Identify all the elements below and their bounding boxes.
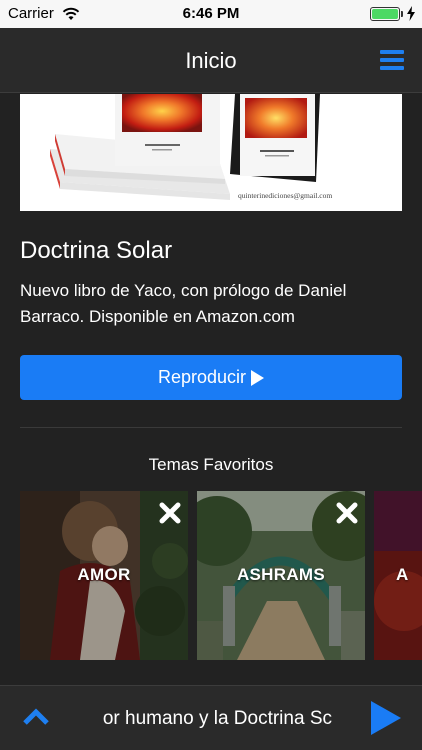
content-scroll[interactable]: quinterinediciones@gmail.com Doctrina So… — [0, 94, 422, 685]
article-description: Nuevo libro de Yaco, con prólogo de Dani… — [20, 281, 347, 326]
favorite-card-amor[interactable]: AMOR — [20, 491, 188, 660]
remove-favorite-close-icon[interactable] — [335, 501, 359, 525]
nav-bar: Inicio — [0, 28, 422, 93]
menu-button[interactable] — [380, 50, 404, 70]
favorite-card-ashrams[interactable]: ASHRAMS — [197, 491, 365, 660]
favorite-label: A — [396, 565, 409, 584]
status-time: 6:46 PM — [182, 5, 240, 22]
play-button[interactable]: Reproducir — [20, 355, 402, 400]
favorite-label: ASHRAMS — [236, 565, 326, 584]
article-title: Doctrina Solar — [20, 237, 173, 264]
battery-icon — [370, 7, 400, 21]
favorites-title: Temas Favoritos — [148, 455, 274, 474]
play-icon[interactable] — [370, 700, 402, 736]
status-bar: Carrier 6:46 PM — [0, 0, 422, 28]
now-playing-title: or humano y la Doctrina Sc — [102, 708, 332, 729]
battery-tip — [401, 11, 403, 17]
favorite-card-partial[interactable]: A — [374, 491, 422, 660]
chevron-up-icon[interactable] — [22, 708, 50, 726]
hamburger-menu-icon — [380, 50, 404, 54]
now-playing-marquee: or humano y la Doctrina Sc — [64, 686, 332, 750]
svg-text:quinterinediciones@gmail.com: quinterinediciones@gmail.com — [238, 191, 332, 200]
charging-bolt-icon — [407, 6, 415, 21]
play-icon — [251, 369, 265, 386]
player-bar: or humano y la Doctrina Sc — [0, 685, 422, 750]
book-banner-image: quinterinediciones@gmail.com — [20, 94, 402, 211]
divider — [20, 427, 402, 428]
page-title: Inicio — [185, 48, 237, 73]
remove-favorite-close-icon[interactable] — [158, 501, 182, 525]
favorite-label: AMOR — [77, 565, 131, 584]
play-button-label: Reproducir — [157, 367, 247, 387]
